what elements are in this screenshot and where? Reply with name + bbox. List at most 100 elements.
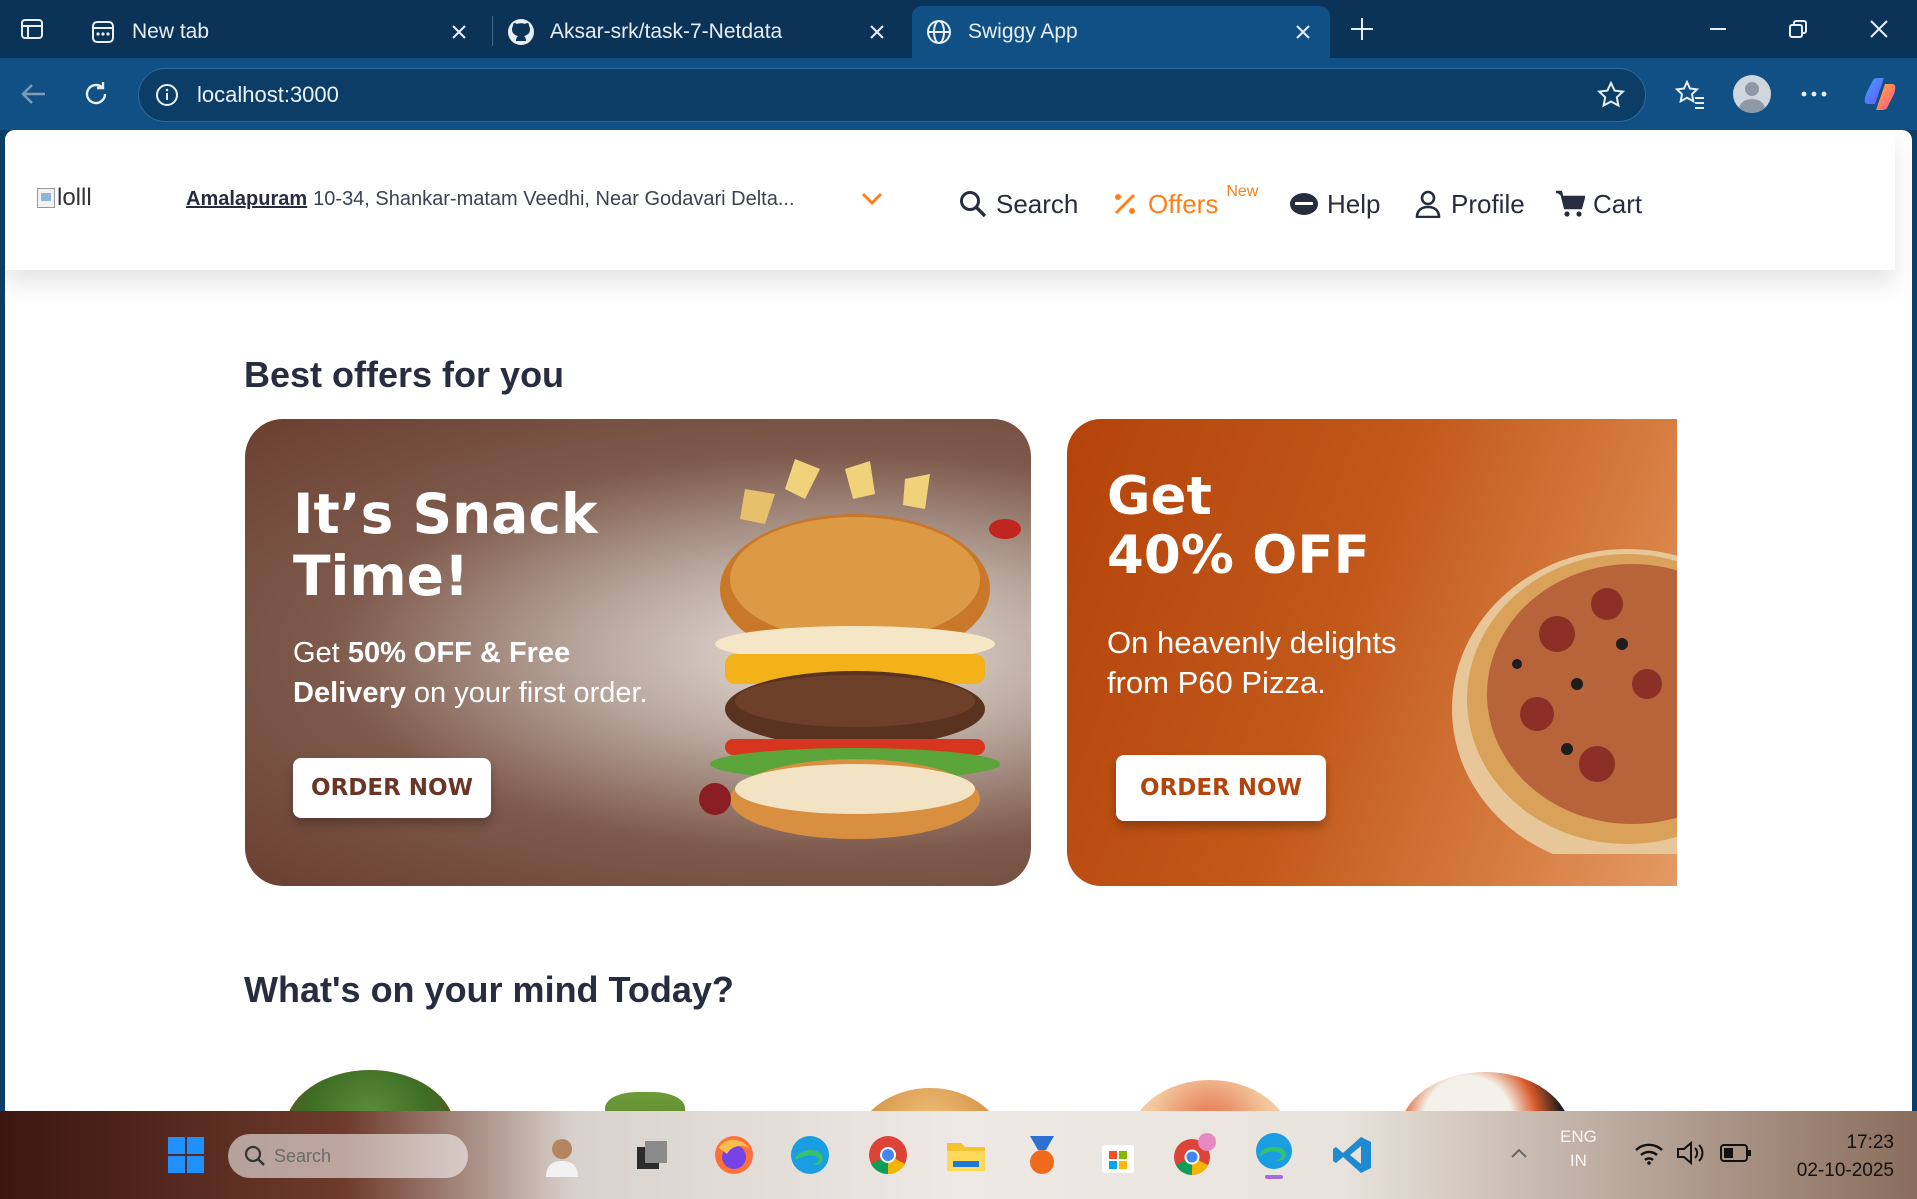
location-city: Amalapuram [186,188,308,210]
tab-title: Aksar-srk/task-7-Netdata [550,20,783,43]
battery-icon[interactable] [1720,1143,1752,1168]
snack-sub-suffix: on your first order. [405,677,648,710]
chrome-profile-icon[interactable] [1170,1131,1218,1179]
favorite-star-icon[interactable] [1591,75,1631,115]
clock-time: 17:23 [1846,1132,1894,1153]
tab-title: New tab [132,20,210,43]
nav-search[interactable]: Search [958,186,1078,222]
nav-cart-label: Cart [1593,188,1643,219]
page-viewport: lolll Amalapuram 10-34, Shankar-matam Ve… [5,130,1912,1111]
vscode-icon[interactable] [1328,1131,1376,1179]
medal-app-icon[interactable] [1018,1131,1066,1179]
tab-actions-icon[interactable] [14,12,50,46]
back-button[interactable] [12,72,56,116]
chevron-down-icon[interactable] [857,184,887,214]
favorites-icon[interactable] [1668,72,1712,116]
more-menu-icon[interactable] [1792,72,1836,116]
search-icon [244,1145,266,1167]
edge-active-icon[interactable] [1250,1131,1298,1179]
minimize-button[interactable] [1695,10,1741,48]
windows-start-icon[interactable] [162,1131,210,1179]
show-hidden-icons[interactable] [1510,1143,1528,1164]
broken-image-icon [37,188,55,208]
category-item[interactable] [285,1070,455,1111]
language-indicator[interactable]: ENG IN [1560,1125,1597,1173]
close-tab-icon[interactable] [1286,15,1320,49]
category-item[interactable] [605,1092,685,1111]
system-clock[interactable]: 17:23 02-10-2025 [1774,1129,1894,1185]
new-tab-button[interactable] [1345,12,1379,46]
copilot-icon[interactable] [1858,72,1902,116]
pizza-illustration [1452,549,1677,854]
snack-headline-line1: It’s Snack [293,482,598,546]
help-lifebuoy-icon [1289,189,1319,219]
burger-illustration [699,459,1021,839]
site-info-icon[interactable] [153,81,181,109]
location-address: 10-34, Shankar-matam Veedhi, Near Godava… [313,188,795,210]
category-item[interactable] [1130,1080,1290,1111]
offer-banner-pizza[interactable]: Get 40% OFF On heavenly delights from P6… [1067,419,1677,886]
tab-separator [492,16,493,46]
pizza-sub-line2: from P60 Pizza. [1107,665,1326,701]
taskbar-search-placeholder: Search [274,1145,332,1166]
snack-sub-prefix: Get [293,637,348,669]
address-bar[interactable]: localhost:3000 [138,68,1646,122]
snack-order-now-button[interactable]: ORDER NOW [293,758,491,818]
tab-github[interactable]: Aksar-srk/task-7-Netdata [494,6,904,58]
cart-icon [1555,189,1585,219]
close-tab-icon[interactable] [860,15,894,49]
chrome-icon[interactable] [864,1131,912,1179]
taskbar-search-box[interactable]: Search [228,1134,468,1178]
file-explorer-icon[interactable] [942,1131,990,1179]
snack-headline: It’s Snack Time! [293,482,598,608]
nav-help-label: Help [1327,188,1381,219]
logo-alt-text: lolll [57,184,92,211]
site-logo[interactable]: lolll [37,182,117,214]
task-view-icon[interactable] [628,1131,676,1179]
nav-search-label: Search [996,188,1079,219]
pizza-headline: Get 40% OFF [1107,467,1370,586]
lang-line1: ENG [1560,1127,1597,1146]
wifi-icon[interactable] [1634,1141,1664,1170]
close-window-button[interactable] [1856,10,1902,48]
tab-new-tab[interactable]: New tab [76,6,486,58]
tab-swiggy-app[interactable]: Swiggy App [912,6,1330,58]
pizza-order-now-button[interactable]: ORDER NOW [1116,755,1326,821]
mind-section-title: What's on your mind Today? [244,969,734,1010]
location-selector[interactable]: Amalapuram 10-34, Shankar-matam Veedhi, … [186,188,795,211]
user-icon [1413,189,1443,219]
nav-help[interactable]: Help [1289,186,1380,222]
pizza-subtext: On heavenly delights from P60 Pizza. [1107,623,1467,704]
offer-banner-snack[interactable]: It’s Snack Time! Get 50% OFF & Free Deli… [245,419,1031,886]
reload-button[interactable] [74,72,118,116]
nav-profile[interactable]: Profile [1413,186,1525,222]
globe-icon [924,17,954,47]
category-item[interactable] [1400,1072,1570,1111]
close-tab-icon[interactable] [442,15,476,49]
github-icon [506,17,536,47]
person-widget-icon[interactable] [538,1131,586,1179]
clock-date: 02-10-2025 [1796,1160,1894,1181]
food-category-row [5,1070,1895,1111]
discount-percent-icon [1110,189,1140,219]
offers-section-title: Best offers for you [244,354,565,395]
nav-offers[interactable]: Offers New [1110,183,1259,222]
site-header: lolll Amalapuram 10-34, Shankar-matam Ve… [5,130,1895,270]
browser-tab-bar: New tab Aksar-srk/task-7-Netdata Swiggy … [0,0,1917,58]
volume-icon[interactable] [1676,1140,1706,1170]
pizza-headline-line1: Get [1107,466,1212,527]
avatar [1733,75,1771,113]
profile-avatar[interactable] [1730,72,1774,116]
new-badge: New [1226,183,1259,200]
snack-headline-line2: Time! [293,543,470,608]
nav-cart[interactable]: Cart [1555,186,1642,222]
lang-line2: IN [1569,1151,1587,1170]
nav-profile-label: Profile [1451,188,1525,219]
search-icon [958,189,988,219]
restore-button[interactable] [1775,10,1821,48]
pizza-headline-line2: 40% OFF [1107,525,1370,587]
category-item[interactable] [855,1088,1005,1111]
microsoft-store-icon[interactable] [1094,1131,1142,1179]
edge-icon[interactable] [786,1131,834,1179]
firefox-icon[interactable] [710,1131,758,1179]
